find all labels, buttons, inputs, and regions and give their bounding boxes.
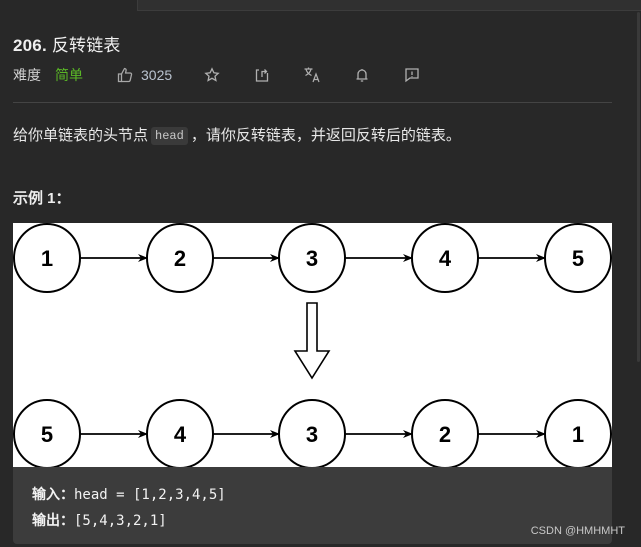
problem-number: 206. bbox=[13, 36, 47, 55]
reversed-node-label-4: 2 bbox=[439, 422, 451, 447]
watermark: CSDN @HMHMHT bbox=[530, 525, 625, 537]
top-bar bbox=[0, 0, 641, 11]
feedback-button[interactable] bbox=[402, 65, 422, 85]
description-text-after: ，请你反转链表，并返回反转后的链表。 bbox=[190, 127, 461, 144]
bell-icon bbox=[356, 69, 368, 82]
favorite-button[interactable] bbox=[202, 65, 222, 85]
star-icon bbox=[204, 67, 220, 82]
original-node-label-5: 5 bbox=[572, 246, 584, 271]
difficulty-badge: 简单 bbox=[55, 67, 83, 83]
input-value: head = [1,2,3,4,5] bbox=[74, 487, 226, 503]
original-node-label-4: 4 bbox=[439, 246, 452, 271]
thumbs-up-icon bbox=[117, 67, 133, 83]
share-icon bbox=[256, 69, 269, 82]
problem-description: 给你单链表的头节点 head ，请你反转链表，并返回反转后的链表。 bbox=[13, 124, 461, 146]
header-divider bbox=[13, 102, 612, 103]
output-value: [5,4,3,2,1] bbox=[74, 513, 167, 529]
input-label: 输入： bbox=[32, 486, 74, 502]
transform-arrow bbox=[293, 302, 331, 380]
subscribe-button[interactable] bbox=[352, 65, 372, 85]
difficulty-label: 难度 bbox=[13, 67, 41, 83]
problem-name: 反转链表 bbox=[51, 36, 121, 55]
vertical-scrollbar[interactable] bbox=[637, 12, 640, 362]
example-title: 示例 1： bbox=[13, 190, 71, 207]
translate-button[interactable] bbox=[302, 65, 322, 85]
reversed-node-label-1: 5 bbox=[41, 422, 53, 447]
translate-icon bbox=[304, 67, 320, 83]
problem-title: 206. 反转链表 bbox=[13, 31, 121, 56]
problem-meta-bar: 难度 简单 3025 bbox=[13, 64, 422, 86]
feedback-icon bbox=[405, 68, 419, 83]
original-node-label-2: 2 bbox=[174, 246, 186, 271]
reversed-node-label-2: 4 bbox=[174, 422, 187, 447]
reversed-node-label-5: 1 bbox=[572, 422, 584, 447]
description-text-before: 给你单链表的头节点 bbox=[13, 127, 149, 144]
original-node-label-3: 3 bbox=[306, 246, 318, 271]
reversed-list: 5 4 3 2 1 bbox=[13, 399, 612, 469]
output-label: 输出： bbox=[32, 512, 74, 528]
example-io-block: 输入：head = [1,2,3,4,5] 输出：[5,4,3,2,1] bbox=[13, 467, 612, 544]
example-diagram: 1 2 3 4 5 5 4 3 2 1 bbox=[13, 223, 612, 469]
linked-list-diagram: 1 2 3 4 5 5 4 3 2 1 bbox=[13, 223, 612, 469]
reversed-node-label-3: 3 bbox=[306, 422, 318, 447]
inline-code-head: head bbox=[151, 127, 188, 145]
original-node-label-1: 1 bbox=[41, 246, 53, 271]
top-tab-area[interactable] bbox=[137, 0, 641, 11]
original-list: 1 2 3 4 5 bbox=[13, 223, 612, 293]
example-output-line: 输出：[5,4,3,2,1] bbox=[32, 510, 167, 530]
like-count: 3025 bbox=[141, 67, 173, 83]
example-input-line: 输入：head = [1,2,3,4,5] bbox=[32, 484, 226, 504]
like-button[interactable]: 3025 bbox=[117, 67, 172, 83]
share-button[interactable] bbox=[252, 65, 272, 85]
